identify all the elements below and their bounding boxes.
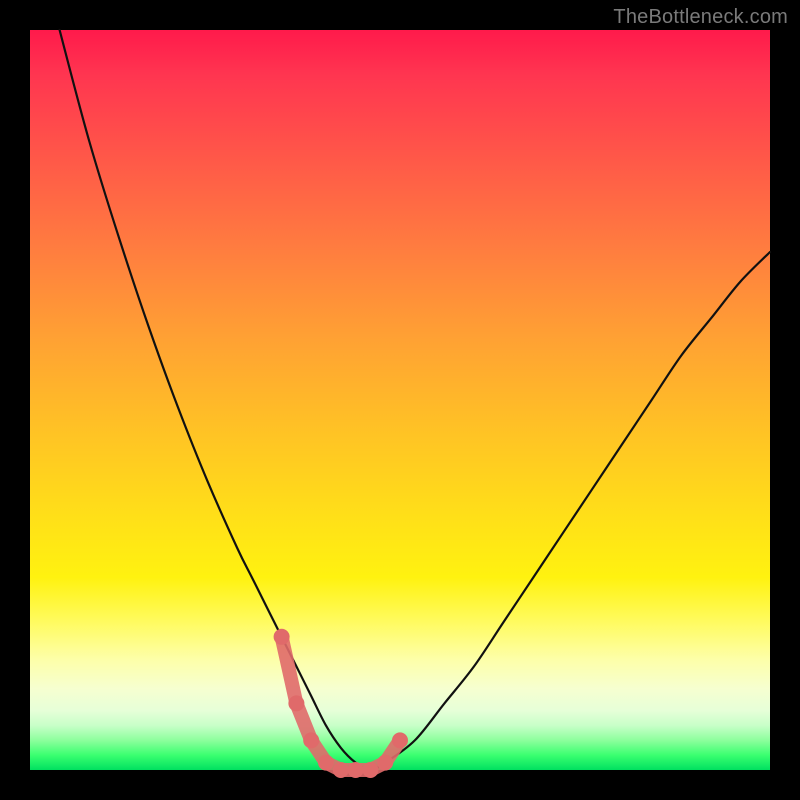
bottleneck-curve-path bbox=[60, 30, 770, 770]
marker-dot bbox=[348, 762, 364, 778]
chart-frame: TheBottleneck.com bbox=[0, 0, 800, 800]
marker-dot bbox=[274, 629, 290, 645]
watermark-text: TheBottleneck.com bbox=[613, 6, 788, 29]
highlight-markers bbox=[274, 629, 408, 778]
marker-dot bbox=[303, 732, 319, 748]
plot-area bbox=[30, 30, 770, 770]
bottleneck-curve bbox=[60, 30, 770, 770]
marker-dot bbox=[333, 762, 349, 778]
marker-dot bbox=[318, 755, 334, 771]
marker-dot bbox=[377, 755, 393, 771]
curve-layer bbox=[30, 30, 770, 770]
marker-dot bbox=[392, 732, 408, 748]
marker-dot bbox=[288, 695, 304, 711]
marker-dot bbox=[362, 762, 378, 778]
